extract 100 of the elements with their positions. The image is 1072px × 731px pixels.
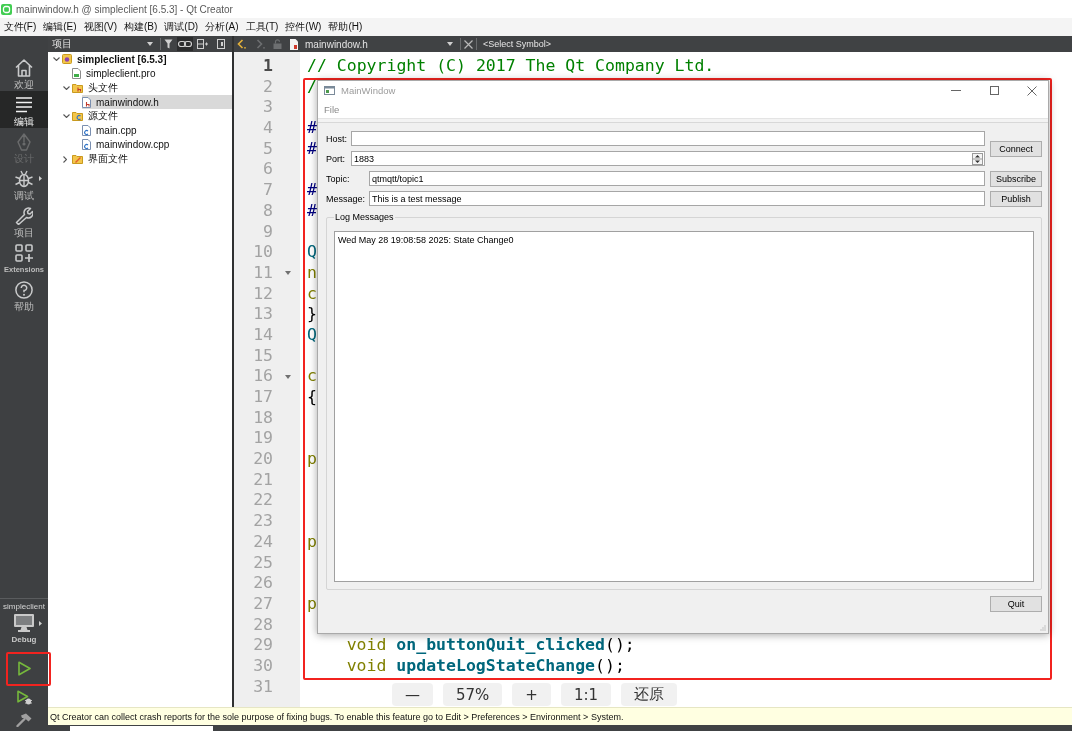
action-button[interactable]: Subscribe [990, 170, 1042, 187]
menu-item[interactable]: 编辑(E) [39, 19, 81, 35]
chevron-down-icon[interactable] [53, 57, 60, 62]
line-number: 5 [263, 138, 273, 158]
field-label: Message: [326, 193, 367, 204]
menu-item[interactable]: 分析(A) [201, 19, 243, 35]
code-line: } [307, 304, 317, 325]
action-button[interactable]: Publish [990, 190, 1042, 207]
tree-item[interactable]: mainwindow.h [82, 94, 232, 110]
file-selector[interactable]: mainwindow.h [287, 36, 457, 52]
mode-button[interactable]: 欢迎 [0, 54, 48, 91]
tree-item[interactable]: simpleclient [6.5.3] [62, 52, 170, 67]
minimize-icon [951, 90, 961, 91]
chevron-down-icon[interactable] [63, 114, 70, 119]
folder-icon [72, 82, 83, 93]
line-number: 25 [253, 552, 273, 572]
log-text-area[interactable]: Wed May 28 19:08:58 2025: State Change0 [334, 231, 1034, 582]
menu-item[interactable]: 构建(B) [120, 19, 161, 35]
tree-item[interactable]: 源文件 [72, 109, 121, 124]
close-icon[interactable] [464, 39, 473, 49]
line-number: 4 [263, 118, 273, 138]
menu-item[interactable]: 工具(T) [242, 19, 282, 35]
spin-arrows-icon[interactable] [972, 152, 983, 165]
code-line: # [307, 118, 317, 139]
log-line: Wed May 28 19:08:58 2025: State Change0 [338, 235, 514, 246]
link-icon[interactable] [177, 37, 193, 51]
tree-item[interactable]: mainwindow.cpp [82, 137, 173, 153]
line-number: 22 [253, 490, 273, 510]
submenu-arrow-icon [39, 621, 42, 626]
document-icon [82, 125, 91, 137]
spin-box[interactable]: 1883 [351, 151, 985, 166]
tree-item[interactable]: 界面文件 [72, 152, 131, 167]
fold-arrow-icon[interactable] [284, 271, 291, 276]
line-number: 29 [253, 635, 273, 655]
menu-item[interactable]: File [321, 103, 343, 115]
close-pane-icon[interactable] [217, 39, 225, 49]
field-label: Topic: [326, 173, 351, 184]
viewer-zoom-button[interactable]: 1:1 [560, 683, 612, 706]
home-icon [15, 59, 33, 77]
viewer-zoom-button[interactable]: 57% [443, 683, 503, 706]
viewer-zoom-button[interactable]: 还原 [621, 683, 678, 706]
viewer-zoom-button[interactable]: — [392, 683, 433, 706]
line-number: 21 [253, 469, 273, 489]
mode-button[interactable]: 项目 [0, 202, 48, 239]
input-field[interactable]: This is a test message [369, 191, 985, 206]
line-number: 13 [253, 304, 273, 324]
tree-item[interactable]: main.cpp [82, 123, 140, 138]
code-line: # [307, 200, 317, 222]
mode-button[interactable]: 编辑 [0, 91, 48, 128]
close-icon [1027, 85, 1037, 96]
project-icon [62, 54, 72, 65]
viewer-zoom-button[interactable]: + [512, 683, 551, 706]
menu-item[interactable]: 控件(W) [281, 19, 325, 35]
chevron-right-icon[interactable] [63, 155, 67, 163]
line-number: 27 [253, 593, 273, 613]
window-icon [324, 86, 335, 95]
line-number: 2 [263, 76, 273, 96]
quit-button[interactable]: Quit [990, 596, 1042, 612]
chevron-down-icon[interactable] [63, 85, 70, 90]
input-field[interactable]: qtmqtt/topic1 [369, 171, 985, 186]
code-line: # [307, 138, 317, 160]
caret-icon [447, 42, 453, 46]
split-icon[interactable] [197, 39, 208, 49]
line-number: 31 [253, 676, 273, 696]
maximize-icon [989, 86, 999, 95]
back-arrow-icon[interactable] [237, 39, 246, 49]
document-icon [290, 38, 298, 50]
code-line: p [307, 531, 317, 553]
line-number: 26 [253, 573, 273, 593]
mode-button[interactable]: 调试 [0, 165, 48, 202]
menu-item[interactable]: 帮助(H) [324, 19, 366, 35]
fold-arrow-icon[interactable] [284, 374, 291, 379]
code-line: Q [307, 324, 317, 346]
kit-selector[interactable]: simpleclient Debug [0, 599, 48, 649]
line-number: 30 [253, 655, 273, 675]
input-field[interactable] [351, 131, 985, 146]
view-selector[interactable]: 项目 [48, 36, 157, 52]
code-line: / [307, 76, 317, 98]
line-number: 15 [253, 345, 273, 365]
line-number: 19 [253, 428, 273, 448]
filter-icon[interactable] [164, 39, 173, 49]
mode-button[interactable]: 帮助 [0, 276, 48, 313]
menu-item[interactable]: 文件(F) [0, 19, 40, 35]
tree-item[interactable]: simpleclient.pro [72, 66, 159, 81]
help-icon [15, 281, 33, 299]
code-line: // Copyright (C) 2017 The Qt Company Ltd. [307, 56, 715, 77]
menu-item[interactable]: 视图(V) [80, 19, 121, 35]
kit-build-label: Debug [11, 634, 37, 645]
menu-item[interactable]: 调试(D) [160, 19, 202, 35]
line-number: 11 [253, 262, 273, 282]
tree-item[interactable]: 头文件 [72, 80, 121, 95]
symbol-selector[interactable]: <Select Symbol> [480, 39, 558, 49]
locator-field[interactable] [70, 726, 213, 731]
line-number: 16 [253, 366, 273, 386]
line-number: 28 [253, 614, 273, 634]
line-number: 14 [253, 324, 273, 344]
code-line: # [307, 180, 317, 201]
connect-button[interactable]: Connect [990, 140, 1042, 157]
code-line: void updateLogStateChange(); [346, 655, 625, 677]
bug-icon [15, 170, 33, 188]
